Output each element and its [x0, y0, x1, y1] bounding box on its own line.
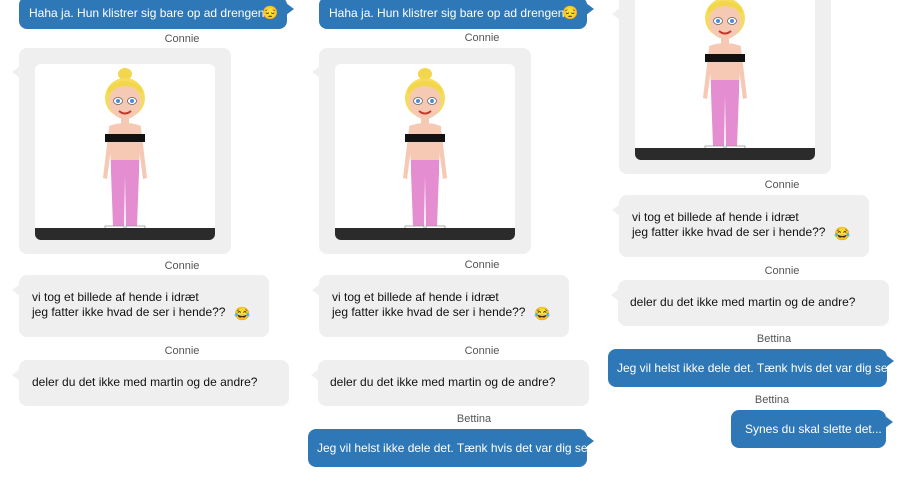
image-message[interactable] — [612, 0, 831, 174]
incoming-message: deler du det ikke med martin og de andre… — [611, 280, 889, 326]
sender-name: Connie — [164, 33, 200, 45]
laughing-emoji-icon: 😂 — [234, 306, 251, 321]
outgoing-message: Synes du skal slette det... — [731, 410, 893, 448]
sad-face-emoji-icon: 😔 — [562, 5, 579, 20]
sender-name: Bettina — [756, 333, 792, 345]
outgoing-message: Haha ja. Hun klistrer sig bare op ad dre… — [19, 0, 294, 29]
sender-name: Connie — [464, 32, 500, 44]
message-text-line-2: jeg fatter ikke hvad de ser i hende?? — [332, 305, 526, 319]
message-text: deler du det ikke med martin og de andre… — [32, 375, 258, 389]
laughing-emoji-icon: 😂 — [534, 306, 551, 321]
photo-girl-censored[interactable] — [35, 64, 215, 240]
message-text: deler du det ikke med martin og de andre… — [630, 295, 856, 309]
message-text-line-2: jeg fatter ikke hvad de ser i hende?? — [32, 305, 226, 319]
sender-name: Connie — [464, 259, 500, 271]
outgoing-message: Haha ja. Hun klistrer sig bare op ad dre… — [319, 0, 594, 29]
photo-floor — [335, 228, 515, 240]
incoming-message: vi tog et billede af hende i idræt jeg f… — [612, 195, 869, 257]
message-text-line-2: jeg fatter ikke hvad de ser i hende?? — [632, 225, 826, 239]
girl-figure-icon — [403, 68, 447, 234]
sad-face-emoji-icon: 😔 — [262, 5, 279, 20]
image-message[interactable] — [312, 48, 531, 254]
sender-name: Connie — [164, 260, 200, 272]
sender-name: Connie — [164, 345, 200, 357]
sender-name: Connie — [764, 179, 800, 191]
photo-floor — [635, 148, 815, 160]
photo-girl-censored[interactable] — [335, 64, 515, 240]
message-text: Jeg vil helst ikke dele det. Tænk hvis d… — [617, 361, 897, 375]
message-text-line-1: vi tog et billede af hende i idræt — [332, 290, 499, 304]
sender-name: Bettina — [754, 394, 790, 406]
photo-floor — [35, 228, 215, 240]
image-message[interactable] — [12, 48, 231, 254]
sender-name: Connie — [764, 265, 800, 277]
incoming-message: vi tog et billede af hende i idræt jeg f… — [12, 275, 269, 337]
sender-name: Connie — [464, 345, 500, 357]
message-text-line-1: vi tog et billede af hende i idræt — [632, 210, 799, 224]
message-text: deler du det ikke med martin og de andre… — [330, 375, 556, 389]
message-text: Jeg vil helst ikke dele det. Tænk hvis d… — [317, 441, 597, 455]
girl-figure-icon — [103, 68, 147, 234]
message-text: Haha ja. Hun klistrer sig bare op ad dre… — [29, 6, 272, 20]
message-text: Synes du skal slette det... — [745, 422, 882, 436]
incoming-message: deler du det ikke med martin og de andre… — [12, 360, 289, 406]
outgoing-message: Jeg vil helst ikke dele det. Tænk hvis d… — [608, 349, 897, 387]
photo-girl-censored[interactable] — [635, 0, 815, 160]
girl-figure-icon — [703, 0, 747, 154]
outgoing-message: Jeg vil helst ikke dele det. Tænk hvis d… — [308, 429, 597, 467]
incoming-message: vi tog et billede af hende i idræt jeg f… — [312, 275, 569, 337]
incoming-message: deler du det ikke med martin og de andre… — [311, 360, 589, 406]
laughing-emoji-icon: 😂 — [834, 226, 851, 241]
sender-name: Bettina — [456, 413, 492, 425]
message-text-line-1: vi tog et billede af hende i idræt — [32, 290, 199, 304]
message-text: Haha ja. Hun klistrer sig bare op ad dre… — [329, 6, 572, 20]
